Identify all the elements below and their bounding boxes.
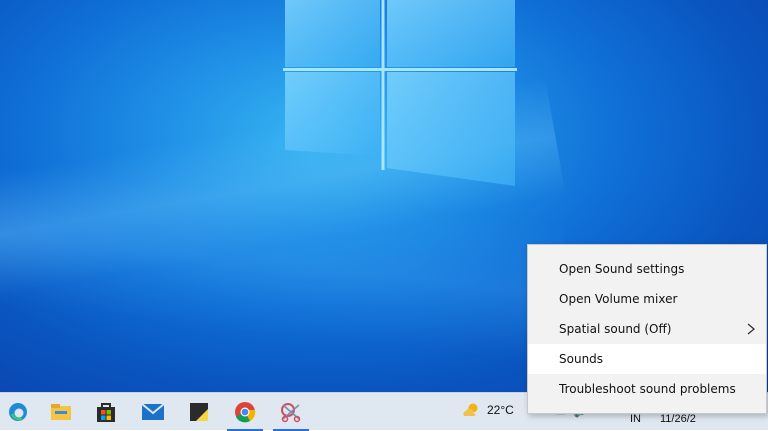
snip-sketch-icon[interactable] [273,397,309,431]
menu-item-label: Sounds [559,352,604,366]
weather-widget[interactable]: 22°C [461,401,514,419]
clock-date[interactable]: 11/26/2 [660,413,696,425]
chevron-right-icon [747,323,756,335]
menu-item-label: Open Sound settings [559,262,685,276]
partly-cloudy-icon [463,403,478,416]
language-indicator[interactable]: IN [630,413,641,425]
windows-logo-wallpaper [283,0,517,186]
menu-item-spatial-sound[interactable]: Spatial sound (Off) [528,314,766,344]
menu-item-open-volume-mixer[interactable]: Open Volume mixer [528,284,766,314]
menu-item-open-sound-settings[interactable]: Open Sound settings [528,254,766,284]
menu-item-label: Troubleshoot sound problems [559,382,736,396]
menu-item-label: Spatial sound (Off) [559,322,672,336]
sound-context-menu: Open Sound settings Open Volume mixer Sp… [527,244,767,414]
edge-icon[interactable] [3,397,33,427]
menu-item-label: Open Volume mixer [559,292,678,306]
sticky-notes-icon[interactable] [184,397,214,427]
microsoft-store-icon[interactable] [91,397,121,427]
chrome-icon[interactable] [227,397,263,431]
file-explorer-icon[interactable] [46,397,76,427]
menu-item-sounds[interactable]: Sounds [528,344,766,374]
menu-item-troubleshoot-sound[interactable]: Troubleshoot sound problems [528,374,766,404]
weather-temperature: 22°C [487,403,514,417]
mail-icon[interactable] [138,397,168,427]
